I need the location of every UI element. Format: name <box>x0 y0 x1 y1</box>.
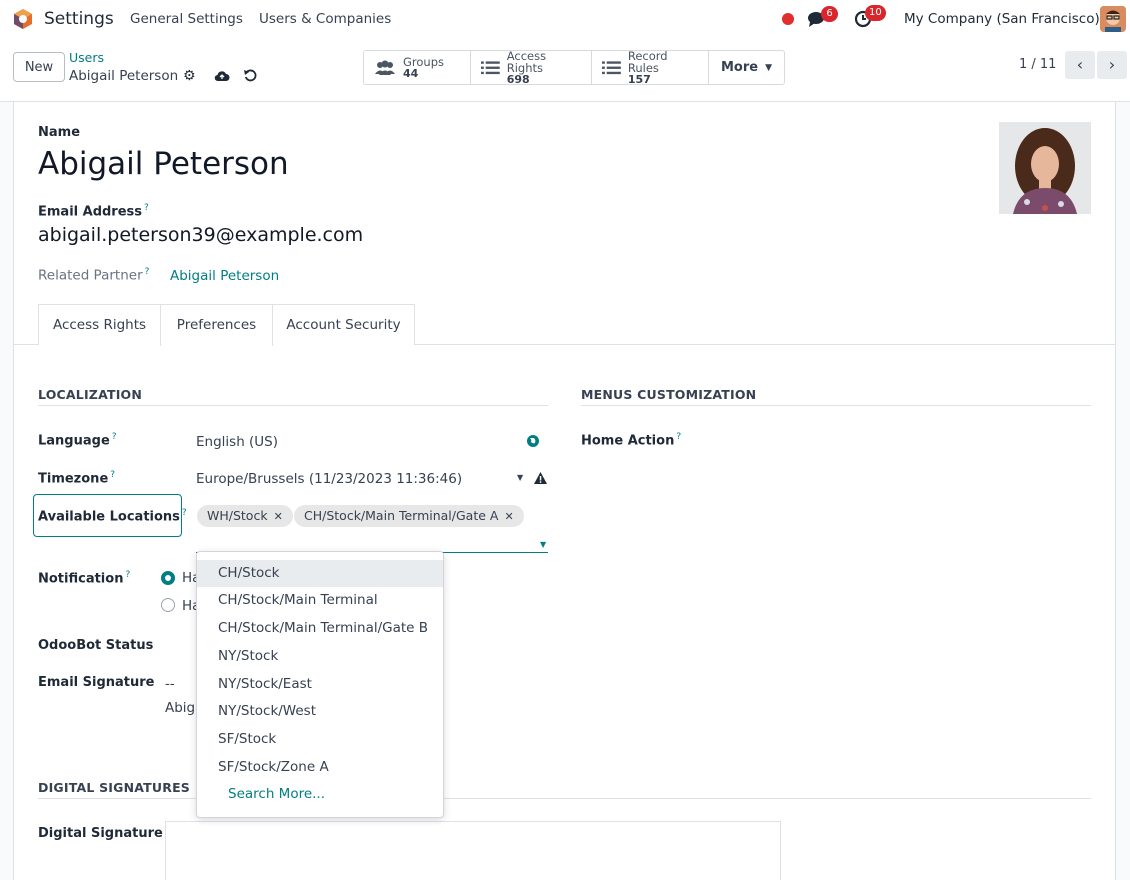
digital-signature-pad[interactable] <box>165 821 781 880</box>
groups-label: Groups <box>403 54 445 69</box>
smart-buttons: Groups 44 Access Rights 698 Record Rules… <box>363 48 786 86</box>
breadcrumb-users[interactable]: Users <box>69 50 104 65</box>
localization-divider <box>38 405 548 406</box>
new-button[interactable]: New <box>13 52 65 82</box>
discard-icon[interactable] <box>243 68 258 83</box>
home-action-label: Home Action? <box>581 432 682 449</box>
access-rights-label: Access Rights <box>506 48 547 75</box>
caret-down-icon[interactable]: ▼ <box>517 473 523 482</box>
access-rights-smart-button[interactable]: Access Rights 698 <box>471 48 592 86</box>
digital-signatures-title: DIGITAL SIGNATURES <box>38 780 191 795</box>
menu-general-settings[interactable]: General Settings <box>130 11 243 27</box>
tab-preferences[interactable]: Preferences <box>160 304 273 346</box>
menus-customization-title: MENUS CUSTOMIZATION <box>581 387 757 402</box>
user-avatar[interactable] <box>1100 6 1126 32</box>
activities-badge: 10 <box>865 5 886 21</box>
record-rules-label: Record Rules <box>627 48 668 75</box>
menus-divider <box>581 405 1091 406</box>
messages-badge: 6 <box>821 6 838 22</box>
remove-tag-icon[interactable]: ✕ <box>274 510 283 523</box>
record-rules-count: 157 <box>627 72 651 86</box>
breadcrumb-current: Abigail Peterson <box>69 68 179 84</box>
list-icon <box>481 60 500 74</box>
dropdown-option[interactable]: SF/Stock <box>197 726 443 753</box>
menu-users-companies[interactable]: Users & Companies <box>259 11 391 27</box>
remove-tag-icon[interactable]: ✕ <box>504 510 513 523</box>
dropdown-option[interactable]: CH/Stock <box>197 560 443 587</box>
access-rights-count: 698 <box>506 72 530 86</box>
caret-down-icon[interactable]: ▼ <box>540 540 546 549</box>
language-select[interactable]: English (US) <box>196 434 278 450</box>
name-label: Name <box>38 125 81 140</box>
warning-icon <box>534 472 547 484</box>
email-label: Email Address? <box>38 203 149 220</box>
timezone-label: Timezone? <box>38 470 116 487</box>
pager-next-icon[interactable]: › <box>1097 51 1127 79</box>
form-tabs: Access Rights Preferences Account Securi… <box>14 304 1115 346</box>
tab-access-rights[interactable]: Access Rights <box>38 304 161 345</box>
signature-dash[interactable]: -- <box>165 676 175 692</box>
related-partner-label: Related Partner? <box>38 267 150 284</box>
dropdown-option[interactable]: SF/Stock/Zone A <box>197 754 443 781</box>
dropdown-option[interactable]: CH/Stock/Main Terminal <box>197 587 443 614</box>
pager-value[interactable]: 1 / 11 <box>1019 57 1056 72</box>
dropdown-option[interactable]: NY/Stock <box>197 643 443 670</box>
status-dot-icon[interactable] <box>782 13 794 25</box>
app-name[interactable]: Settings <box>44 9 114 29</box>
digital-signature-label: Digital Signature <box>38 826 163 841</box>
related-partner-link[interactable]: Abigail Peterson <box>170 268 279 284</box>
odoobot-status-label: OdooBot Status <box>38 638 154 653</box>
users-icon <box>375 60 395 75</box>
list-icon <box>602 60 621 74</box>
groups-count: 44 <box>403 66 419 80</box>
dropdown-option[interactable]: NY/Stock/West <box>197 698 443 725</box>
globe-icon[interactable] <box>526 434 540 448</box>
notification-radio-email[interactable] <box>161 571 175 585</box>
control-panel: New Users Abigail Peterson ⚙ Groups 44 A… <box>0 38 1130 102</box>
user-photo[interactable] <box>999 122 1091 214</box>
more-button[interactable]: More ▼ <box>709 51 784 84</box>
localization-title: LOCALIZATION <box>38 387 143 402</box>
form-sheet <box>13 102 1116 880</box>
odoo-logo-icon[interactable] <box>12 8 34 30</box>
language-label: Language? <box>38 432 117 449</box>
timezone-select[interactable]: Europe/Brussels (11/23/2023 11:36:46) <box>196 471 462 487</box>
cloud-upload-icon[interactable] <box>214 69 230 82</box>
locations-autocomplete: CH/Stock CH/Stock/Main Terminal CH/Stock… <box>196 551 444 818</box>
groups-smart-button[interactable]: Groups 44 <box>364 51 471 84</box>
pager-previous-icon[interactable]: ‹ <box>1065 51 1095 79</box>
dropdown-option[interactable]: NY/Stock/East <box>197 671 443 698</box>
record-rules-smart-button[interactable]: Record Rules 157 <box>592 48 709 86</box>
tab-account-security[interactable]: Account Security <box>272 304 415 345</box>
user-name-field[interactable]: Abigail Peterson <box>38 146 289 182</box>
caret-down-icon: ▼ <box>765 62 773 73</box>
search-more-link[interactable]: Search More... <box>197 781 443 808</box>
email-signature-label: Email Signature <box>38 675 155 690</box>
email-field[interactable]: abigail.peterson39@example.com <box>38 224 363 246</box>
location-tag: WH/Stock ✕ <box>197 505 293 527</box>
location-tag: CH/Stock/Main Terminal/Gate A ✕ <box>294 505 524 527</box>
dropdown-option[interactable]: CH/Stock/Main Terminal/Gate B <box>197 615 443 642</box>
available-locations-label: Available Locations? <box>38 508 187 525</box>
notification-radio-odoo[interactable] <box>161 598 175 612</box>
top-navbar: Settings General Settings Users & Compan… <box>0 0 1130 38</box>
notification-label: Notification? <box>38 570 131 587</box>
company-switcher[interactable]: My Company (San Francisco) <box>904 11 1100 27</box>
more-label: More <box>721 60 759 75</box>
gear-icon[interactable]: ⚙ <box>183 68 196 84</box>
